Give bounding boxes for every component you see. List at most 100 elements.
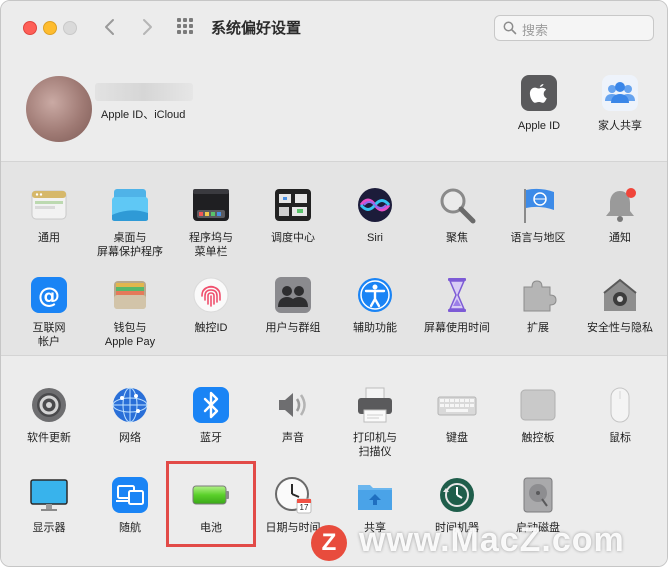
- sidecar-label: 随航: [119, 522, 141, 534]
- family-sharing-icon: [600, 73, 640, 113]
- pref-dock-menubar[interactable]: 程序坞与 菜单栏: [169, 185, 253, 259]
- pref-users-groups[interactable]: 用户与群组: [251, 275, 335, 335]
- account-subtitle[interactable]: Apple ID、iCloud: [101, 106, 185, 122]
- pref-internet-accounts[interactable]: @ 互联网 帐户: [7, 275, 91, 349]
- apple-id-icon: [519, 73, 559, 113]
- family-sharing-label: 家人共享: [598, 120, 642, 132]
- wallet-label: 钱包与 Apple Pay: [104, 322, 156, 348]
- internet-accounts-label: 互联网 帐户: [32, 322, 66, 348]
- pref-notifications[interactable]: 通知: [578, 185, 662, 245]
- pref-software-update[interactable]: 软件更新: [7, 385, 91, 445]
- mouse-icon: [600, 385, 640, 425]
- minimize-button[interactable]: [43, 21, 57, 35]
- calendar-day: 17: [299, 503, 309, 512]
- trackpad-icon: [518, 385, 558, 425]
- desktop-screensaver-icon: [110, 185, 150, 225]
- pref-keyboard[interactable]: 键盘: [415, 385, 499, 445]
- touch-id-icon: [191, 275, 231, 315]
- notifications-icon: [600, 185, 640, 225]
- notifications-label: 通知: [609, 232, 631, 244]
- pref-displays[interactable]: 显示器: [7, 475, 91, 535]
- pref-trackpad[interactable]: 触控板: [496, 385, 580, 445]
- show-all-grid-icon[interactable]: [177, 18, 197, 36]
- siri-label: Siri: [367, 232, 383, 244]
- apple-id-label: Apple ID: [517, 120, 561, 132]
- pref-touch-id[interactable]: 触控ID: [169, 275, 253, 335]
- displays-icon: [29, 475, 69, 515]
- pref-siri[interactable]: Siri: [333, 185, 417, 245]
- security-privacy-label: 安全性与隐私: [587, 322, 653, 334]
- keyboard-label: 键盘: [446, 432, 468, 444]
- window-title: 系统偏好设置: [211, 20, 302, 37]
- time-machine-icon: [437, 475, 477, 515]
- printers-scanners-icon: [355, 385, 395, 425]
- keyboard-icon: [437, 385, 477, 425]
- search-field[interactable]: 搜索: [494, 15, 654, 41]
- pref-desktop-screensaver[interactable]: 桌面与 屏幕保护程序: [88, 185, 172, 259]
- pref-general[interactable]: 通用: [7, 185, 91, 245]
- pref-family-sharing[interactable]: 家人共享: [578, 73, 662, 133]
- pref-sidecar[interactable]: 随航: [88, 475, 172, 535]
- sharing-icon: [355, 475, 395, 515]
- pref-network[interactable]: 网络: [88, 385, 172, 445]
- dock-menubar-label: 程序坞与 菜单栏: [189, 232, 233, 258]
- pref-wallet[interactable]: 钱包与 Apple Pay: [88, 275, 172, 349]
- touch-id-label: 触控ID: [194, 322, 228, 334]
- zoom-button[interactable]: [63, 21, 77, 35]
- spotlight-label: 聚焦: [446, 232, 468, 244]
- pref-language-region[interactable]: 语言与地区: [496, 185, 580, 245]
- watermark-badge: Z: [311, 525, 347, 561]
- close-button[interactable]: [23, 21, 37, 35]
- mission-control-icon: [273, 185, 313, 225]
- wallet-icon: [110, 275, 150, 315]
- users-groups-label: 用户与群组: [265, 322, 321, 334]
- security-privacy-icon: [600, 275, 640, 315]
- pref-accessibility[interactable]: 辅助功能: [333, 275, 417, 335]
- language-region-icon: [518, 185, 558, 225]
- search-placeholder: 搜索: [522, 23, 549, 38]
- internet-accounts-icon: @: [29, 275, 69, 315]
- account-name-blurred: [95, 83, 193, 101]
- avatar[interactable]: [26, 76, 92, 142]
- network-icon: [110, 385, 150, 425]
- bluetooth-label: 蓝牙: [200, 432, 222, 444]
- screen-time-label: 屏幕使用时间: [424, 322, 490, 334]
- screen-time-icon: [437, 275, 477, 315]
- bluetooth-icon: [191, 385, 231, 425]
- pref-apple-id[interactable]: Apple ID: [497, 73, 581, 133]
- system-preferences-window: 系统偏好设置 搜索 Apple ID、iCloud Apple ID 家人共享 …: [0, 0, 668, 567]
- accessibility-label: 辅助功能: [353, 322, 397, 334]
- watermark: Z www.MacZ.com: [301, 515, 667, 566]
- startup-disk-icon: [518, 475, 558, 515]
- extensions-icon: [518, 275, 558, 315]
- language-region-label: 语言与地区: [510, 232, 566, 244]
- pref-screen-time[interactable]: 屏幕使用时间: [415, 275, 499, 335]
- extensions-label: 扩展: [527, 322, 549, 334]
- search-icon: [503, 21, 517, 35]
- pref-sound[interactable]: 声音: [251, 385, 335, 445]
- siri-icon: [355, 185, 395, 225]
- general-icon: [29, 185, 69, 225]
- accessibility-icon: [355, 275, 395, 315]
- mouse-label: 鼠标: [609, 432, 631, 444]
- back-icon[interactable]: [99, 15, 121, 39]
- watermark-text: www.MacZ.com: [359, 521, 625, 559]
- general-label: 通用: [38, 232, 60, 244]
- forward-icon[interactable]: [136, 15, 158, 39]
- sound-label: 声音: [282, 432, 304, 444]
- pref-extensions[interactable]: 扩展: [496, 275, 580, 335]
- pref-mission-control[interactable]: 调度中心: [251, 185, 335, 245]
- pref-mouse[interactable]: 鼠标: [578, 385, 662, 445]
- pref-spotlight[interactable]: 聚焦: [415, 185, 499, 245]
- pref-printers-scanners[interactable]: 打印机与 扫描仪: [333, 385, 417, 459]
- displays-label: 显示器: [32, 522, 66, 534]
- title-bar: 系统偏好设置 搜索: [1, 1, 667, 53]
- mission-control-label: 调度中心: [271, 232, 315, 244]
- desktop-screensaver-label: 桌面与 屏幕保护程序: [97, 232, 163, 258]
- pref-security-privacy[interactable]: 安全性与隐私: [578, 275, 662, 335]
- sidecar-icon: [110, 475, 150, 515]
- network-label: 网络: [119, 432, 141, 444]
- printers-scanners-label: 打印机与 扫描仪: [353, 432, 397, 458]
- battery-highlight-box: [166, 461, 256, 547]
- pref-bluetooth[interactable]: 蓝牙: [169, 385, 253, 445]
